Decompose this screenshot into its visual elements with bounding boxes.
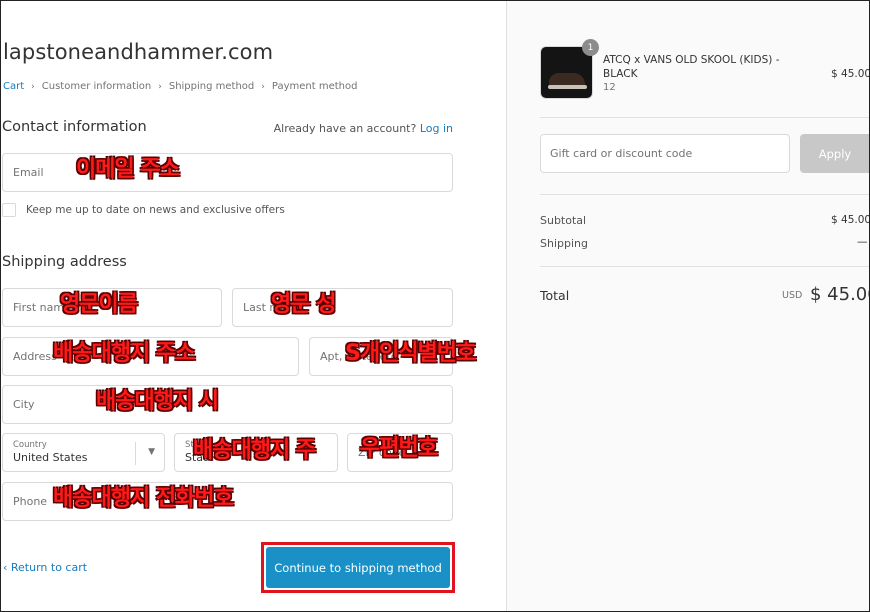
summary-divider — [540, 266, 870, 267]
shipping-label: Shipping — [540, 237, 588, 250]
total-value: $ 45.00 — [810, 284, 870, 305]
address-placeholder: Address — [13, 350, 57, 363]
shipping-address-title: Shipping address — [2, 254, 127, 270]
newsletter-label: Keep me up to date on news and exclusive… — [26, 204, 285, 216]
discount-code-field[interactable]: Gift card or discount code — [540, 134, 790, 173]
login-hint: Already have an account? Log in — [274, 122, 453, 135]
quantity-badge: 1 — [582, 39, 599, 56]
breadcrumb-customer-information: Customer information — [41, 81, 152, 92]
newsletter-checkbox[interactable] — [2, 203, 16, 217]
annotation-last-name: 영문 성 — [271, 292, 336, 317]
summary-divider — [540, 117, 870, 118]
discount-code-placeholder: Gift card or discount code — [550, 147, 693, 160]
annotation-phone: 배송대행지 전화번호 — [53, 486, 234, 511]
email-placeholder: Email — [13, 166, 44, 179]
apply-discount-button[interactable]: Apply — [800, 134, 870, 173]
email-field[interactable]: Email — [2, 153, 453, 192]
annotation-first-name: 영문이름 — [60, 292, 138, 317]
last-name-field[interactable]: Last name — [232, 288, 453, 327]
contact-information-title: Contact information — [2, 119, 147, 135]
total-label: Total — [540, 288, 570, 303]
store-name[interactable]: lapstoneandhammer.com — [3, 40, 273, 64]
annotation-zip-code: 우편번호 — [360, 436, 438, 461]
shoe-sole — [548, 85, 587, 89]
annotation-email: 이메일 주소 — [76, 157, 180, 182]
city-placeholder: City — [13, 398, 35, 411]
breadcrumb-separator-icon: › — [158, 81, 162, 92]
summary-divider — [540, 194, 870, 195]
newsletter-option[interactable]: Keep me up to date on news and exclusive… — [2, 203, 285, 217]
annotation-state: 배송대행지 주 — [193, 438, 316, 463]
breadcrumb-separator-icon: › — [31, 81, 35, 92]
city-field[interactable]: City — [2, 385, 453, 424]
breadcrumb-cart[interactable]: Cart — [3, 81, 24, 92]
checkout-main: lapstoneandhammer.com Cart › Customer in… — [0, 0, 506, 612]
shipping-value: — — [857, 236, 868, 248]
country-label: Country — [13, 440, 47, 450]
continue-button-highlight: Continue to shipping method — [261, 542, 455, 593]
breadcrumb: Cart › Customer information › Shipping m… — [3, 81, 357, 92]
continue-to-shipping-button[interactable]: Continue to shipping method — [266, 547, 450, 588]
product-variant: 12 — [603, 82, 616, 93]
product-name: ATCQ x VANS OLD SKOOL (KIDS) - BLACK — [603, 54, 780, 80]
return-to-cart-link[interactable]: ‹ Return to cart — [3, 561, 87, 574]
select-divider — [135, 442, 136, 465]
product-price: $ 45.00 — [831, 68, 870, 80]
login-link[interactable]: Log in — [420, 122, 453, 135]
country-value: United States — [13, 451, 88, 464]
annotation-city: 배송대행지 시 — [96, 389, 219, 414]
login-prompt: Already have an account? — [273, 122, 417, 135]
annotation-apartment: S개인식별번호 — [345, 341, 476, 366]
breadcrumb-payment-method: Payment method — [271, 81, 358, 92]
breadcrumb-shipping-method: Shipping method — [168, 81, 255, 92]
breadcrumb-separator-icon: › — [261, 81, 265, 92]
country-select[interactable]: Country United States ▼ — [2, 433, 165, 472]
chevron-down-icon: ▼ — [148, 447, 155, 457]
phone-placeholder: Phone — [13, 495, 48, 508]
subtotal-label: Subtotal — [540, 214, 587, 227]
annotation-address: 배송대행지 주소 — [53, 341, 195, 366]
currency-code: USD — [782, 290, 803, 301]
subtotal-value: $ 45.00 — [831, 214, 870, 226]
